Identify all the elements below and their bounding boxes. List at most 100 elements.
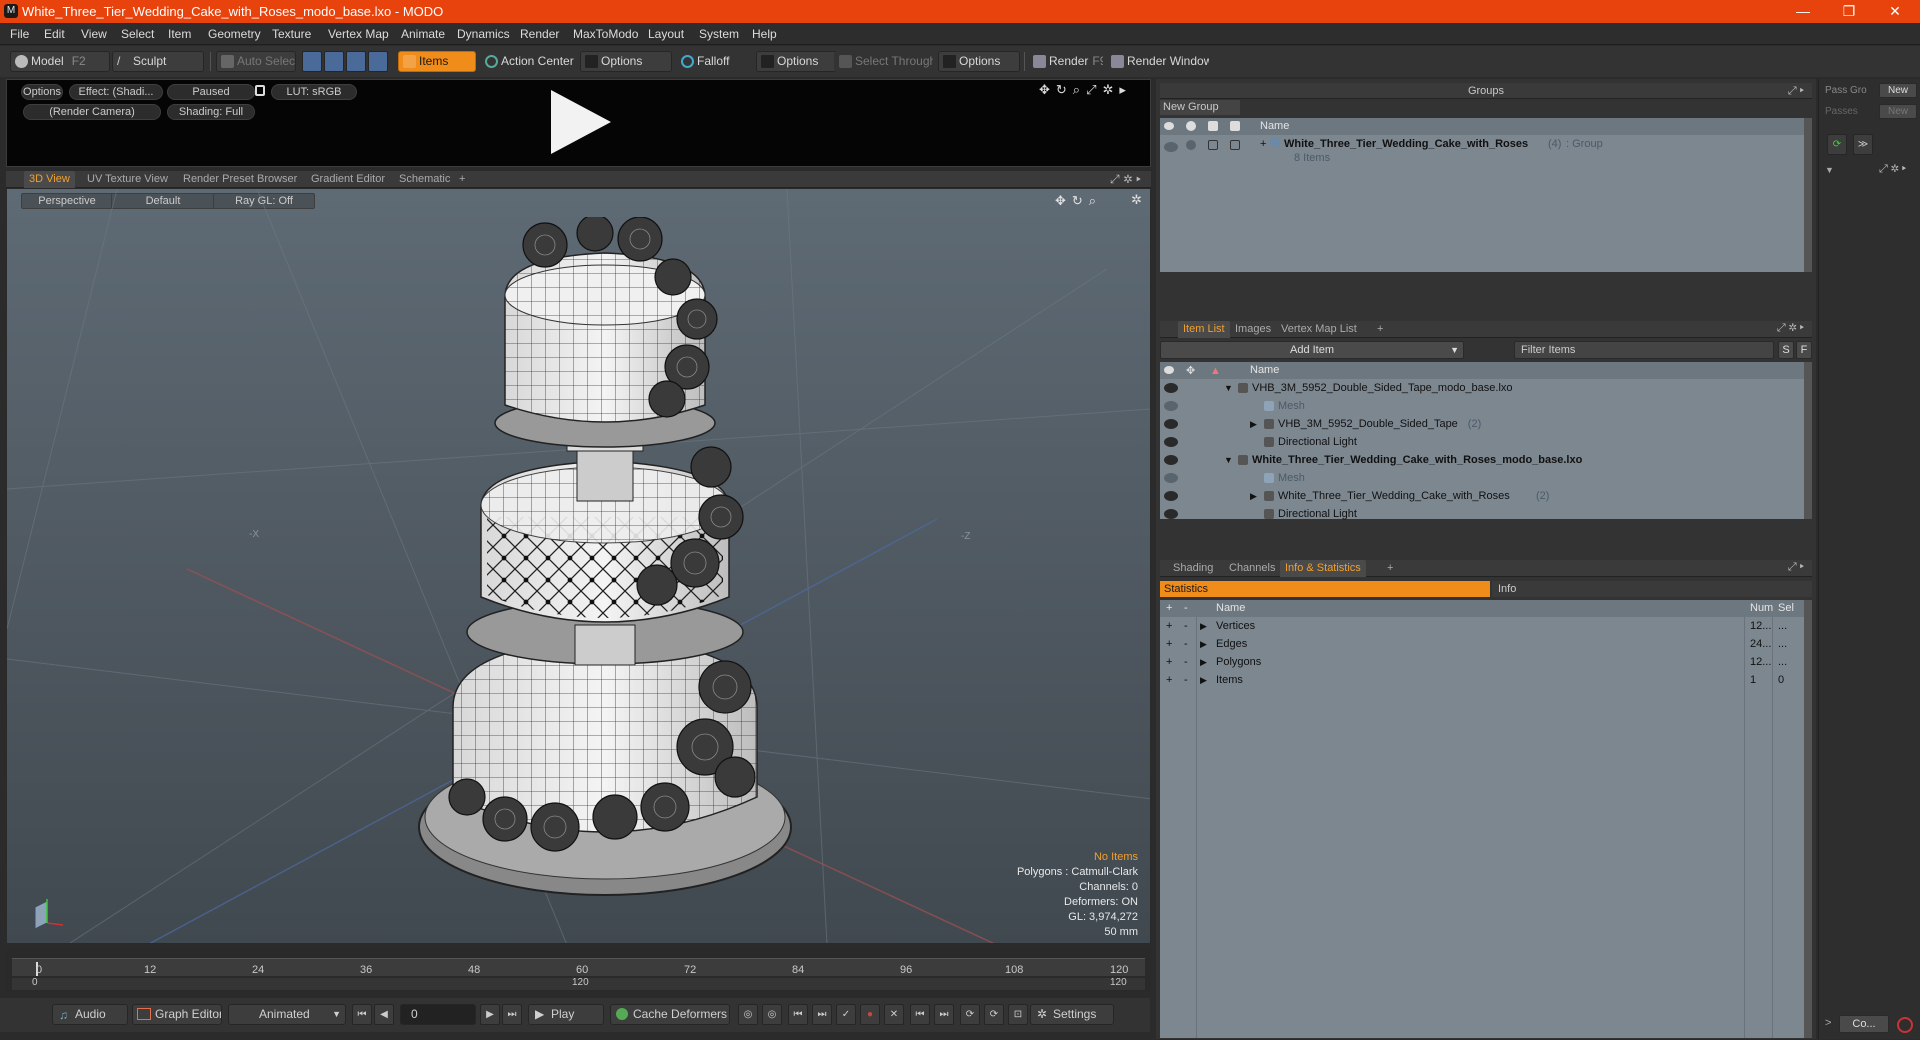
eye-icon[interactable]	[1164, 437, 1178, 447]
menu-edit[interactable]: Edit	[44, 27, 65, 41]
menu-render[interactable]: Render	[520, 27, 559, 41]
select-through-options-button[interactable]: Options	[938, 51, 1020, 72]
info-expand-icon[interactable]: ⤢ ▸	[1788, 561, 1804, 574]
panel-arrow-icon[interactable]: >	[1825, 1017, 1831, 1029]
item-list-scrollbar[interactable]	[1804, 362, 1812, 519]
info-tab[interactable]: Info	[1492, 581, 1812, 597]
snap-icon[interactable]: ⊡	[1008, 1004, 1028, 1025]
eye-icon[interactable]	[1164, 142, 1178, 152]
tab-item-list[interactable]: Item List	[1178, 321, 1230, 338]
viewport-expand-gear-icons[interactable]: ⤢✲▸	[1110, 172, 1145, 187]
wedding-cake-model[interactable]	[405, 217, 825, 897]
settings-button[interactable]: ✲ Settings	[1030, 1004, 1114, 1025]
refresh-icon[interactable]: ⟳	[1827, 134, 1847, 155]
restore-button[interactable]: ❐	[1826, 0, 1872, 23]
statistics-row[interactable]: + - ▶ Vertices 12......	[1160, 617, 1804, 635]
tab-info-statistics[interactable]: Info & Statistics	[1280, 560, 1366, 577]
tab-vertex-map-list[interactable]: Vertex Map List	[1276, 321, 1362, 338]
menu-texture[interactable]: Texture	[272, 27, 311, 41]
eye-icon[interactable]	[1164, 455, 1178, 465]
step-back-icon[interactable]: ◀	[374, 1004, 394, 1025]
command-button[interactable]: Co...	[1839, 1015, 1889, 1033]
loop-icon[interactable]: ⟳	[960, 1004, 980, 1025]
collapse-minus-icon[interactable]: -	[1184, 635, 1188, 653]
key-icon[interactable]: ◎	[738, 1004, 758, 1025]
vertices-select-icon[interactable]	[302, 51, 322, 72]
expand-plus-icon[interactable]: +	[1166, 635, 1172, 653]
menu-maxtomodo[interactable]: MaxToModo	[573, 27, 638, 41]
tab-images[interactable]: Images	[1230, 321, 1276, 338]
item-list-row[interactable]: ▼ White_Three_Tier_Wedding_Cake_with_Rose…	[1160, 451, 1804, 469]
statistics-tab[interactable]: Statistics	[1160, 581, 1490, 597]
item-list-row[interactable]: Mesh	[1160, 397, 1804, 415]
eye-icon[interactable]	[1164, 509, 1178, 519]
materials-select-icon[interactable]	[368, 51, 388, 72]
collapse-minus-icon[interactable]: -	[1184, 617, 1188, 635]
3d-viewport[interactable]: Perspective Default Ray GL: Off ✥↻⌕ ✲ -X…	[6, 188, 1151, 944]
last-key-icon[interactable]: ⏭	[934, 1004, 954, 1025]
groups-expand-icon[interactable]: ⤢ ▸	[1788, 83, 1804, 99]
auto-key-icon[interactable]: ◎	[762, 1004, 782, 1025]
action-center-button[interactable]: Action Center	[480, 51, 576, 72]
statistics-list[interactable]: + - Name Num Sel + - ▶ Vertices 12...... + - ▶ E…	[1160, 600, 1804, 1038]
play-button[interactable]: ▶ Play	[528, 1004, 604, 1025]
select-through-button[interactable]: Select Through	[834, 51, 934, 72]
add-tab-button[interactable]: +	[1382, 560, 1398, 577]
item-list-row[interactable]: Mesh	[1160, 469, 1804, 487]
effect-dropdown[interactable]: Effect: (Shadi...	[69, 84, 163, 100]
sculpt-mode-button[interactable]: / Sculpt	[112, 51, 204, 72]
tab-uv-texture-view[interactable]: UV Texture View	[82, 171, 173, 188]
menu-select[interactable]: Select	[121, 27, 154, 41]
eye-icon[interactable]	[1164, 401, 1178, 411]
next-key-icon[interactable]: ⏭	[812, 1004, 832, 1025]
delete-key-icon[interactable]: ✕	[884, 1004, 904, 1025]
eye-icon[interactable]	[1164, 419, 1178, 429]
item-list-row[interactable]: ▶ VHB_3M_5952_Double_Sided_Tape (2)	[1160, 415, 1804, 433]
collapse-minus-icon[interactable]: -	[1184, 671, 1188, 689]
first-key-icon[interactable]: ⏮	[910, 1004, 930, 1025]
expand-plus-icon[interactable]: +	[1166, 671, 1172, 689]
item-list[interactable]: ✥ ▲ Name ▼ VHB_3M_5952_Double_Sided_Tape_…	[1160, 362, 1804, 520]
expand-arrow-icon[interactable]: ▶	[1200, 617, 1207, 635]
edges-select-icon[interactable]	[324, 51, 344, 72]
lock-toggle-icon[interactable]	[1208, 140, 1218, 150]
tab-gradient-editor[interactable]: Gradient Editor	[306, 171, 390, 188]
preview-nav-icons[interactable]: ✥↻⌕⤢✲▸	[1039, 82, 1132, 98]
menu-dynamics[interactable]: Dynamics	[457, 27, 510, 41]
item-list-row[interactable]: Directional Light	[1160, 505, 1804, 523]
menu-help[interactable]: Help	[752, 27, 777, 41]
go-to-end-icon[interactable]: ⏭	[502, 1004, 522, 1025]
tab-render-preset-browser[interactable]: Render Preset Browser	[178, 171, 302, 188]
tab-schematic[interactable]: Schematic	[394, 171, 455, 188]
prev-key-icon[interactable]: ⏮	[788, 1004, 808, 1025]
minimize-button[interactable]: —	[1780, 0, 1826, 23]
statistics-row[interactable]: + - ▶ Polygons 12......	[1160, 653, 1804, 671]
expand-arrow-icon[interactable]: ▶	[1250, 487, 1257, 505]
filter-items-input[interactable]: Filter Items	[1514, 341, 1774, 359]
expand-arrow-icon[interactable]: ▶	[1200, 653, 1207, 671]
item-list-row[interactable]: ▼ VHB_3M_5952_Double_Sided_Tape_modo_base…	[1160, 379, 1804, 397]
group-row[interactable]: + White_Three_Tier_Wedding_Cake_with_Ros…	[1160, 135, 1804, 165]
eye-icon[interactable]	[1164, 473, 1178, 483]
auto-select-button[interactable]: Auto Select	[216, 51, 296, 72]
groups-scrollbar[interactable]	[1804, 118, 1812, 272]
render-window-button[interactable]: Render Window	[1106, 51, 1210, 72]
cache-deformers-button[interactable]: Cache Deformers	[610, 1004, 730, 1025]
menu-system[interactable]: System	[699, 27, 739, 41]
items-mode-button[interactable]: Items	[398, 51, 476, 72]
new-pass-button[interactable]: New	[1879, 104, 1917, 119]
menu-geometry[interactable]: Geometry	[208, 27, 261, 41]
go-to-start-icon[interactable]: ⏮	[352, 1004, 372, 1025]
forward-icon[interactable]: ≫	[1853, 134, 1873, 155]
tab-channels[interactable]: Channels	[1224, 560, 1280, 577]
filter-f-button[interactable]: F	[1796, 341, 1812, 359]
item-list-row[interactable]: ▶ White_Three_Tier_Wedding_Cake_with_Rose…	[1160, 487, 1804, 505]
polygons-select-icon[interactable]	[346, 51, 366, 72]
menu-animate[interactable]: Animate	[401, 27, 445, 41]
collapse-arrow-icon[interactable]: ▼	[1224, 379, 1233, 397]
groups-list[interactable]: Name + White_Three_Tier_Wedding_Cake_wit…	[1160, 118, 1804, 272]
menu-layout[interactable]: Layout	[648, 27, 684, 41]
graph-editor-button[interactable]: Graph Editor	[132, 1004, 222, 1025]
expand-arrow-icon[interactable]: ▶	[1200, 671, 1207, 689]
select-toggle-icon[interactable]	[1230, 140, 1240, 150]
